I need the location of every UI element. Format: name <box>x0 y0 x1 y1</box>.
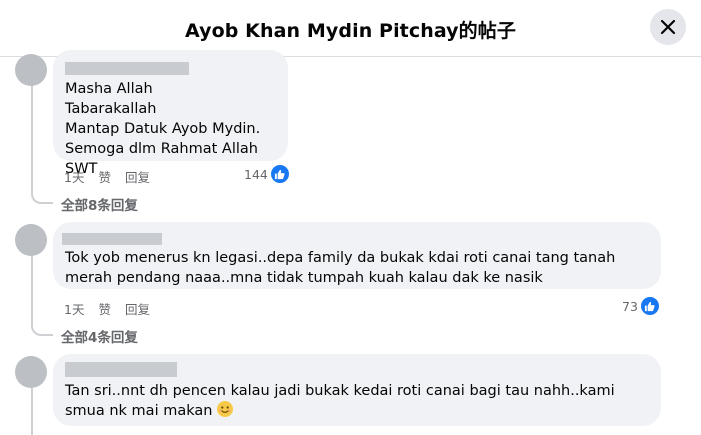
thread-line <box>31 255 33 325</box>
thread-connector <box>31 322 53 336</box>
comment-actions: 1天 赞 回复 <box>64 299 150 318</box>
like-link[interactable]: 赞 <box>98 299 111 318</box>
thumbs-up-icon <box>270 165 289 183</box>
thread-line <box>31 388 33 435</box>
comment-bubble: Tan sri..nnt dh pencen kalau jadi bukak … <box>53 354 661 426</box>
avatar[interactable] <box>15 356 47 388</box>
comment-actions: 1天 赞 回复 <box>64 167 150 186</box>
reaction-count[interactable]: 144 <box>244 165 289 183</box>
reply-link[interactable]: 回复 <box>125 167 150 186</box>
close-button[interactable] <box>650 9 686 45</box>
comment-bubble: Masha Allah Tabarakallah Mantap Datuk Ay… <box>53 50 288 177</box>
like-link[interactable]: 赞 <box>98 167 111 186</box>
comment-time: 1天 <box>64 302 85 317</box>
thumbs-up-icon <box>640 297 659 315</box>
like-count: 144 <box>244 166 268 182</box>
commenter-name-redacted[interactable] <box>62 233 162 245</box>
like-count: 73 <box>622 298 638 314</box>
comment-text: Tok yob menerus kn legasi..depa family d… <box>65 250 616 286</box>
comment-time: 1天 <box>64 170 85 185</box>
thread-connector <box>31 190 53 204</box>
commenter-name-redacted[interactable] <box>65 62 189 75</box>
avatar[interactable] <box>15 224 47 256</box>
dialog-title: Ayob Khan Mydin Pitchay的帖子 <box>185 20 516 42</box>
view-replies-link[interactable]: 全部8条回复 <box>61 194 138 214</box>
reply-link[interactable]: 回复 <box>125 299 150 318</box>
avatar[interactable] <box>15 54 47 86</box>
thread-line <box>31 84 33 194</box>
comment-text: Tan sri..nnt dh pencen kalau jadi bukak … <box>65 381 649 421</box>
comment-bubble: Tok yob menerus kn legasi..depa family d… <box>53 222 661 289</box>
smiling-face-emoji <box>217 401 234 417</box>
comment-text: Masha Allah Tabarakallah Mantap Datuk Ay… <box>65 81 261 177</box>
view-replies-link[interactable]: 全部4条回复 <box>61 326 138 346</box>
commenter-name-redacted[interactable] <box>65 362 177 377</box>
comment-text-body: Tan sri..nnt dh pencen kalau jadi bukak … <box>65 383 615 419</box>
close-icon <box>660 19 676 35</box>
reaction-count[interactable]: 73 <box>622 297 659 315</box>
dialog-header: Ayob Khan Mydin Pitchay的帖子 <box>0 0 701 57</box>
